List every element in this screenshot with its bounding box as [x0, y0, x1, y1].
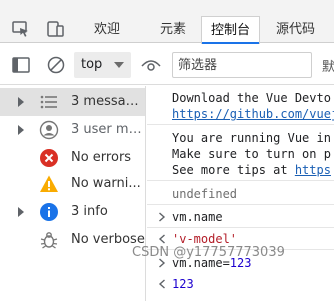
console-message-link[interactable]: https — [295, 163, 331, 177]
console-output: Download the Vue Devto https://github.co… — [147, 86, 334, 301]
chevron-down-icon — [114, 62, 124, 68]
sidebar-item-label: No warni... — [71, 176, 141, 191]
clear-console-icon[interactable] — [46, 55, 66, 75]
console-message-text: Make sure to turn on p — [172, 147, 331, 161]
warning-icon — [40, 175, 58, 192]
bug-icon — [40, 232, 58, 249]
console-output-number: 123 — [172, 277, 194, 291]
message-divider — [147, 124, 334, 125]
info-icon — [40, 203, 58, 221]
console-message-text: See more tips at — [172, 163, 295, 177]
console-result-text: undefined — [172, 187, 238, 201]
console-toolbar: top 默 — [0, 44, 334, 85]
input-prompt-icon — [159, 212, 166, 222]
tab-console[interactable]: 控制台 — [201, 16, 261, 44]
tab-welcome[interactable]: 欢迎 — [94, 16, 120, 44]
expand-arrow-icon[interactable] — [18, 97, 24, 107]
device-emulation-icon[interactable] — [45, 19, 65, 39]
sidebar-item-errors[interactable]: No errors — [0, 144, 145, 172]
sidebar-item-label: 3 user me... — [71, 122, 145, 137]
context-selector-value: top — [81, 57, 103, 72]
tab-elements[interactable]: 元素 — [160, 16, 186, 44]
error-icon — [40, 149, 58, 167]
filter-input[interactable] — [172, 52, 312, 78]
expand-arrow-icon[interactable] — [18, 125, 24, 135]
output-return-icon — [158, 234, 165, 244]
watermark-text: CSDN @y17757773039 — [132, 245, 285, 260]
sidebar-item-user-messages[interactable]: 3 user me... — [0, 116, 145, 144]
expand-arrow-icon[interactable] — [18, 207, 24, 217]
list-icon — [40, 95, 57, 109]
sidebar-item-label: 3 messages — [71, 94, 145, 109]
context-selector[interactable]: top — [74, 52, 131, 78]
show-sidebar-icon[interactable] — [11, 55, 31, 75]
sidebar-item-verbose[interactable]: No verbose — [0, 226, 145, 254]
sidebar-item-info[interactable]: 3 info — [0, 198, 145, 226]
devtools-tab-bar: 欢迎 元素 控制台 源代码 — [0, 0, 334, 44]
sidebar-item-messages[interactable]: 3 messages — [0, 88, 145, 116]
live-expression-eye-icon[interactable] — [140, 55, 162, 75]
console-message-text: See more tips at https — [172, 162, 331, 178]
message-divider — [147, 204, 334, 205]
console-message-text: Download the Vue Devto — [172, 91, 331, 105]
sidebar-item-label: No errors — [71, 150, 132, 165]
console-sidebar: 3 messages 3 user me... No errors No war… — [0, 86, 146, 301]
user-icon — [39, 120, 59, 140]
sidebar-item-label: 3 info — [71, 204, 108, 219]
console-message-link[interactable]: https://github.com/vuej — [172, 106, 334, 122]
default-levels-label[interactable]: 默 — [322, 56, 334, 75]
console-message-text: You are running Vue in — [172, 131, 331, 145]
message-divider — [147, 227, 334, 228]
inspect-element-icon[interactable] — [11, 19, 31, 39]
message-divider — [147, 180, 334, 181]
tab-sources[interactable]: 源代码 — [276, 16, 315, 44]
output-return-icon — [158, 279, 165, 289]
sidebar-item-warnings[interactable]: No warni... — [0, 170, 145, 198]
console-input-text: vm.name — [172, 210, 223, 224]
